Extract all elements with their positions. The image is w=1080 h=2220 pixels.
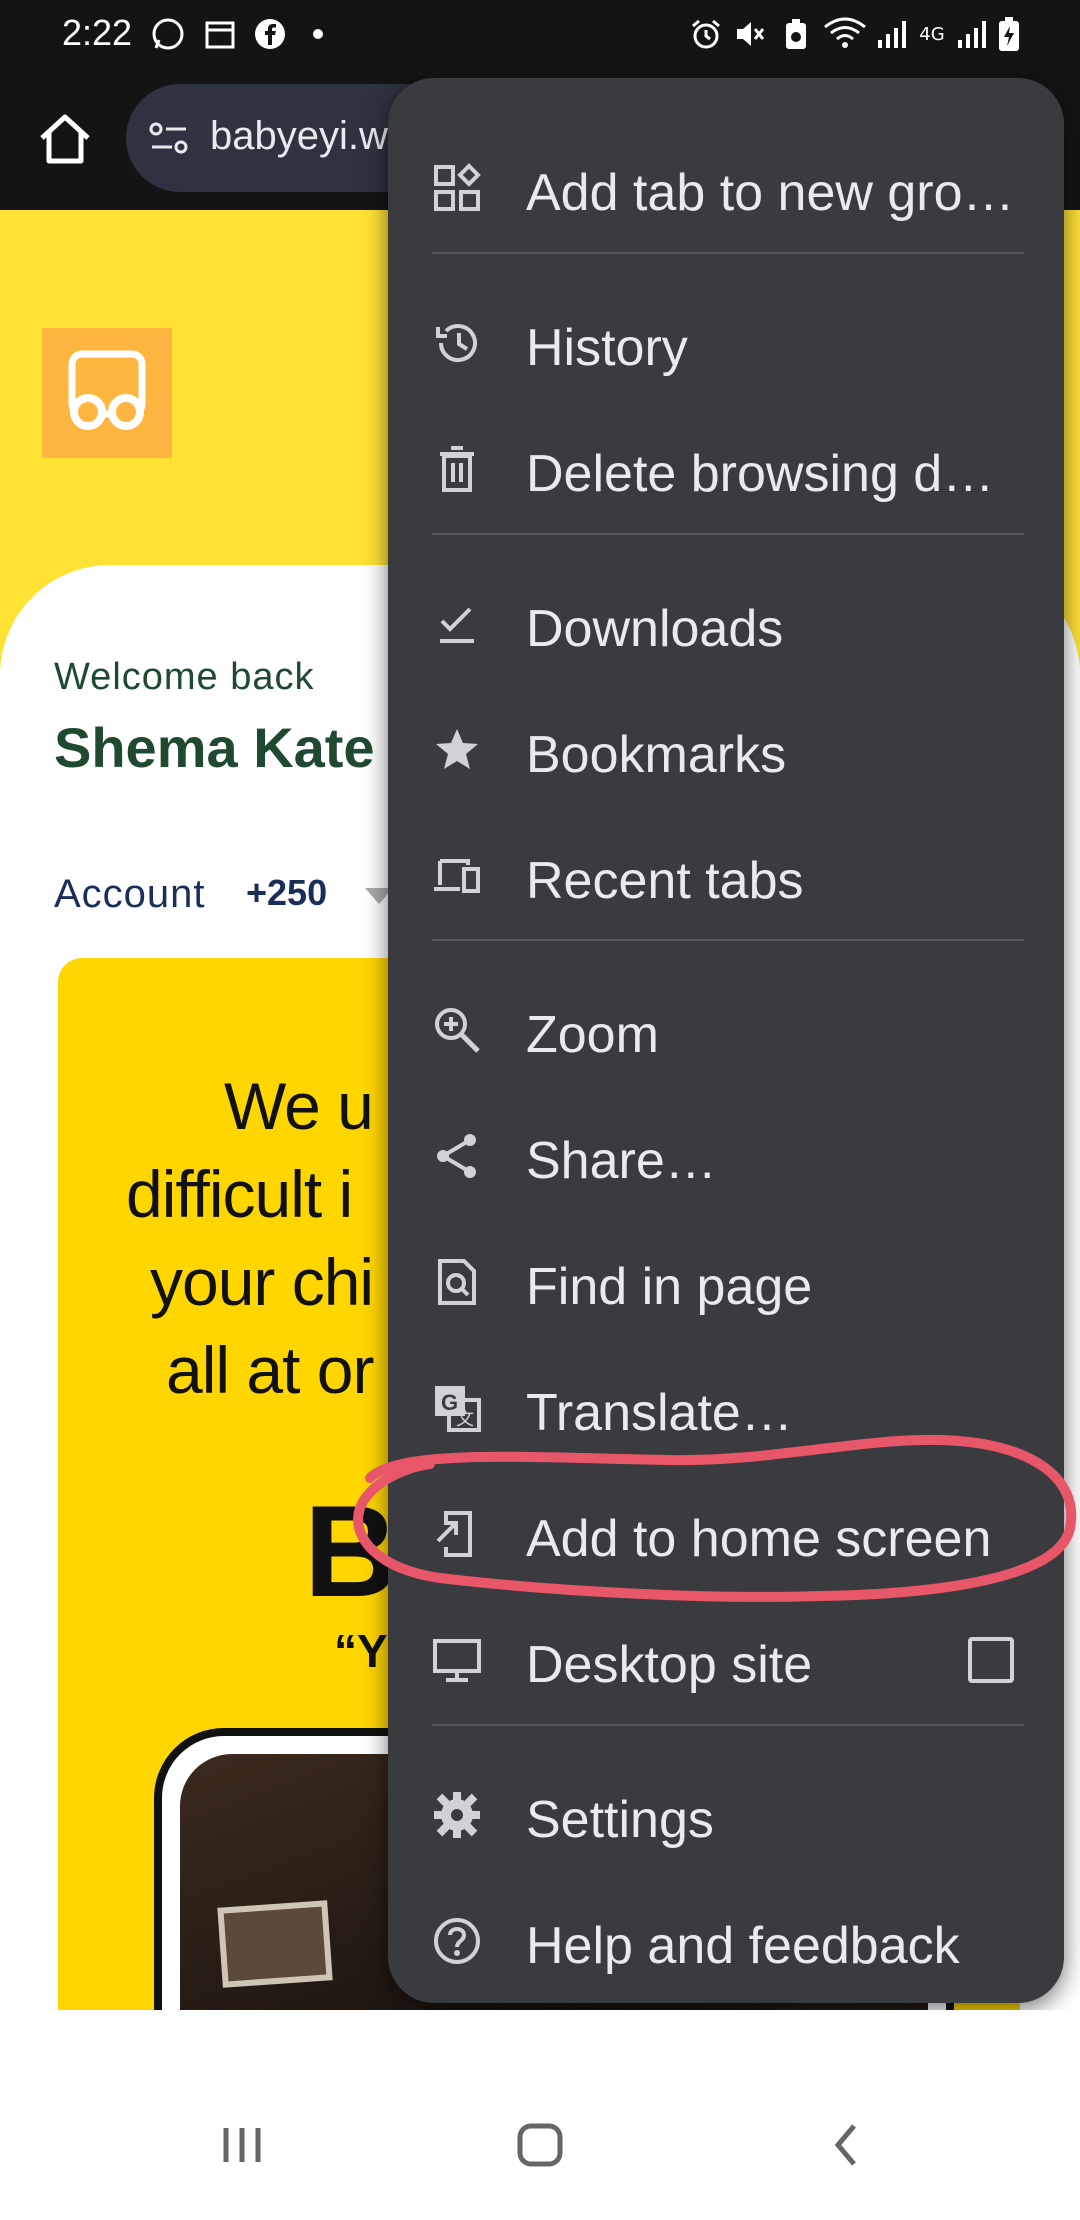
menu-item-label: Translate… xyxy=(526,1384,793,1442)
menu-item-label: Share… xyxy=(526,1132,717,1190)
star-icon xyxy=(436,729,478,769)
menu-item-zoom[interactable]: Zoom xyxy=(388,967,1064,1093)
signal-icon-2 xyxy=(954,16,990,52)
menu-item-bookmarks[interactable]: Bookmarks xyxy=(388,687,1064,813)
promo-line: difficult i xyxy=(126,1157,353,1231)
signal-icon xyxy=(874,16,910,52)
system-nav-bar xyxy=(0,2010,1080,2220)
status-time: 2:22 xyxy=(62,12,133,53)
menu-item-share[interactable]: Share… xyxy=(388,1093,1064,1219)
add-to-home-icon xyxy=(436,1511,472,1557)
menu-divider xyxy=(432,939,1024,941)
home-nav-button[interactable] xyxy=(510,2120,570,2170)
wifi-icon xyxy=(820,16,870,52)
account-label: Account xyxy=(54,872,206,916)
desktop-icon xyxy=(433,1639,481,1682)
zoom-icon xyxy=(435,1008,480,1053)
alarm-icon xyxy=(688,16,724,52)
home-button[interactable] xyxy=(30,104,100,174)
dot-icon xyxy=(308,16,328,52)
overflow-menu: Add tab to new gro… History Delete brows… xyxy=(388,78,1064,2003)
download-icon xyxy=(440,607,474,643)
site-logo[interactable] xyxy=(42,328,172,458)
home-icon xyxy=(40,114,90,164)
menu-item-label: Recent tabs xyxy=(526,852,804,910)
menu-item-label: Help and feedback xyxy=(526,1917,960,1975)
calendar-icon xyxy=(202,16,238,52)
translate-icon: G文 xyxy=(435,1386,481,1432)
mute-icon xyxy=(732,16,768,52)
logo-icon xyxy=(68,350,146,430)
promo-headline: B xyxy=(304,1478,398,1624)
whatsapp-icon xyxy=(150,16,186,52)
menu-item-label: Desktop site xyxy=(526,1636,813,1694)
devices-icon xyxy=(434,859,480,893)
share-icon xyxy=(437,1134,476,1178)
menu-item-label: Downloads xyxy=(526,600,784,658)
menu-item-label: Find in page xyxy=(526,1258,813,1316)
settings-icon xyxy=(434,1792,480,1838)
menu-item-help-and-feedback[interactable]: Help and feedback xyxy=(388,1878,1064,2004)
menu-item-add-tab-to-group[interactable]: Add tab to new gro… xyxy=(388,125,1064,251)
menu-item-desktop-site[interactable]: Desktop site xyxy=(388,1597,1064,1723)
status-bar: 2:22 4G xyxy=(0,0,1080,68)
menu-item-history[interactable]: History xyxy=(388,280,1064,406)
menu-item-label: Bookmarks xyxy=(526,726,787,784)
desktop-site-checkbox[interactable] xyxy=(968,1637,1014,1683)
site-settings-icon[interactable] xyxy=(148,120,190,156)
recent-apps-icon xyxy=(223,2128,261,2162)
battery-charging-icon xyxy=(994,16,1024,52)
menu-item-label: Delete browsing d… xyxy=(526,445,995,503)
help-icon xyxy=(434,1918,480,1964)
url-text[interactable]: babyeyi.w xyxy=(210,114,388,159)
menu-item-settings[interactable]: Settings xyxy=(388,1752,1064,1878)
add-to-group-icon xyxy=(434,163,481,211)
promo-line: We u xyxy=(224,1069,374,1143)
menu-item-label: Zoom xyxy=(526,1006,659,1064)
find-in-page-icon xyxy=(438,1259,476,1305)
menu-item-label: History xyxy=(526,319,688,377)
recent-apps-button[interactable] xyxy=(212,2120,272,2170)
menu-item-label: Settings xyxy=(526,1791,714,1849)
delete-icon xyxy=(440,446,474,492)
menu-item-downloads[interactable]: Downloads xyxy=(388,561,1064,687)
menu-item-translate[interactable]: G文 Translate… xyxy=(388,1345,1064,1471)
history-icon xyxy=(436,324,477,363)
facebook-icon xyxy=(252,16,288,52)
back-button[interactable] xyxy=(818,2120,878,2170)
promo-line: all at or xyxy=(166,1333,374,1407)
promo-line: your chi xyxy=(150,1245,374,1319)
menu-item-label: Add to home screen xyxy=(526,1510,992,1568)
menu-item-delete-browsing-data[interactable]: Delete browsing d… xyxy=(388,406,1064,532)
menu-divider xyxy=(432,533,1024,535)
menu-item-find-in-page[interactable]: Find in page xyxy=(388,1219,1064,1345)
menu-item-recent-tabs[interactable]: Recent tabs xyxy=(388,813,1064,939)
back-icon xyxy=(834,2124,856,2166)
network-4g-icon: 4G xyxy=(919,23,945,45)
picture-frame xyxy=(217,1900,333,1988)
menu-item-label: Add tab to new gro… xyxy=(526,164,1015,222)
menu-divider xyxy=(432,252,1024,254)
svg-text:文: 文 xyxy=(456,1409,474,1430)
promo-quote: “Y xyxy=(334,1625,388,1677)
menu-item-add-to-home-screen[interactable]: Add to home screen xyxy=(388,1471,1064,1597)
menu-divider xyxy=(432,1724,1024,1726)
battery-saver-icon xyxy=(778,16,814,52)
account-country-code[interactable]: +250 xyxy=(246,872,327,914)
user-name: Shema Kate xyxy=(54,716,375,779)
home-nav-icon xyxy=(517,2123,563,2167)
welcome-text: Welcome back xyxy=(54,656,315,698)
